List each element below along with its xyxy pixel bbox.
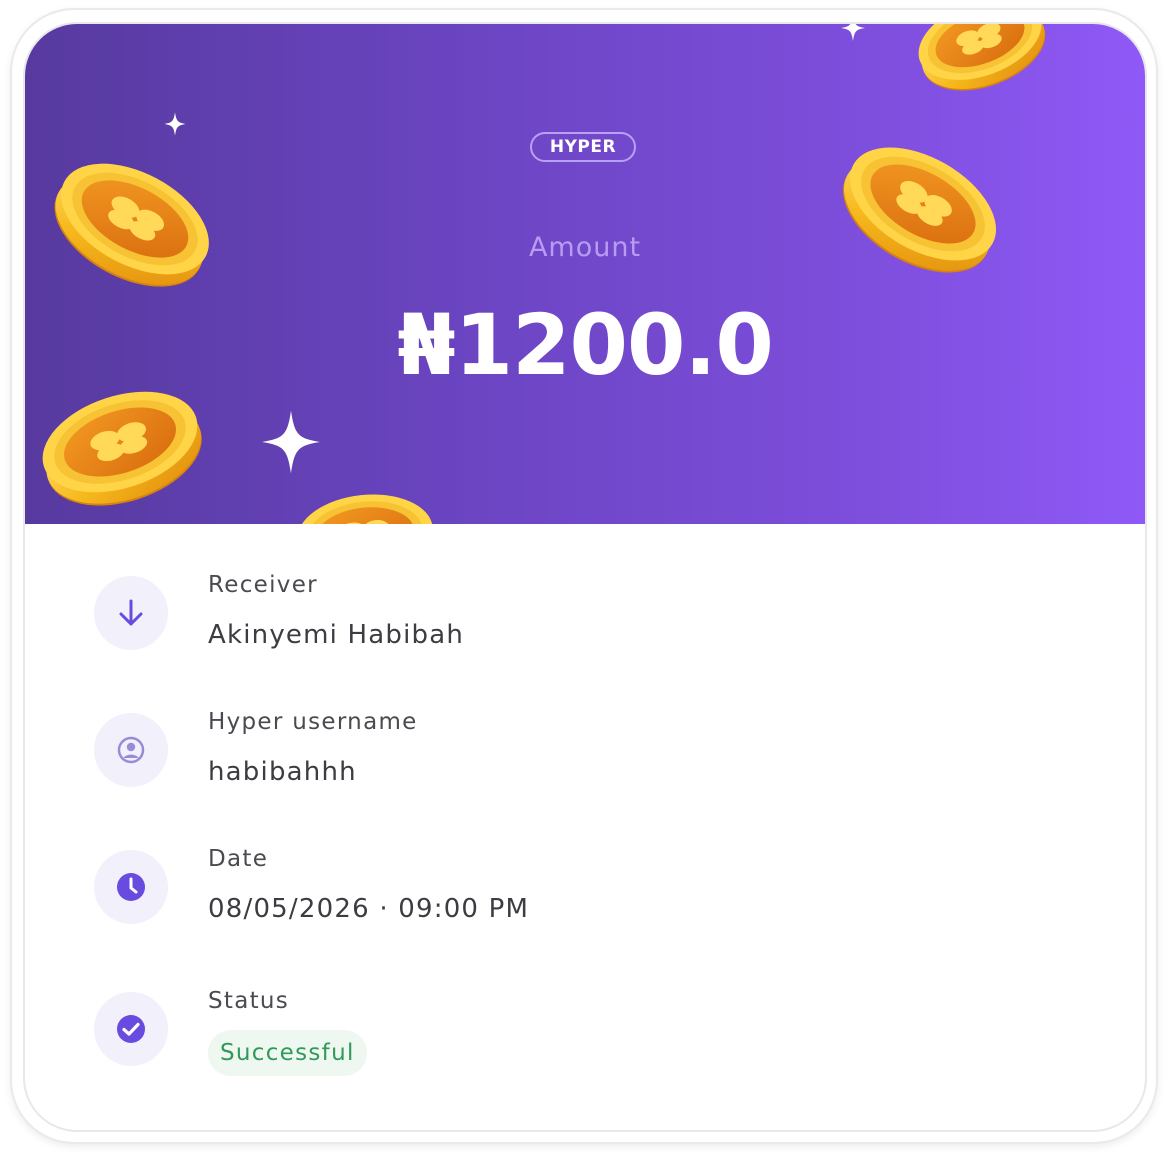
date-label: Date	[208, 846, 269, 872]
receiver-value: Akinyemi Habibah	[208, 620, 465, 650]
amount-value: ₦1200.0	[397, 296, 774, 394]
coin-icon	[29, 373, 215, 524]
coins-illustration	[29, 24, 1057, 524]
detail-row-username: Hyper username habibahhh	[94, 709, 1094, 823]
hyper-logo: HYPER	[530, 132, 636, 162]
coin-icon	[823, 124, 1016, 296]
coin-icon	[907, 24, 1057, 106]
detail-row-date: Date 08/05/2026 · 09:00 PM	[94, 846, 1094, 960]
status-badge: Successful	[208, 1030, 367, 1076]
transaction-details: Receiver Akinyemi Habibah Hyper username…	[25, 524, 1145, 1130]
username-label: Hyper username	[208, 709, 418, 735]
detail-row-receiver: Receiver Akinyemi Habibah	[94, 572, 1094, 686]
receipt-card: HYPER Amount ₦1200.0 Receiver Akinyemi H…	[25, 24, 1145, 1130]
coin-icon	[36, 140, 228, 310]
clock-icon	[94, 850, 168, 924]
username-value: habibahhh	[208, 757, 357, 787]
user-circle-icon	[94, 713, 168, 787]
sparkle-icon	[164, 112, 186, 136]
detail-row-status: Status Successful	[94, 988, 1094, 1102]
coin-icon	[293, 488, 438, 524]
amount-hero: HYPER Amount ₦1200.0	[25, 24, 1145, 524]
sparkle-icon	[841, 24, 865, 41]
amount-label: Amount	[528, 232, 642, 263]
arrow-down-icon	[94, 576, 168, 650]
status-label: Status	[208, 988, 290, 1014]
check-circle-icon	[94, 992, 168, 1066]
sparkle-icon	[262, 410, 320, 474]
date-value: 08/05/2026 · 09:00 PM	[208, 894, 530, 924]
receiver-label: Receiver	[208, 572, 318, 598]
